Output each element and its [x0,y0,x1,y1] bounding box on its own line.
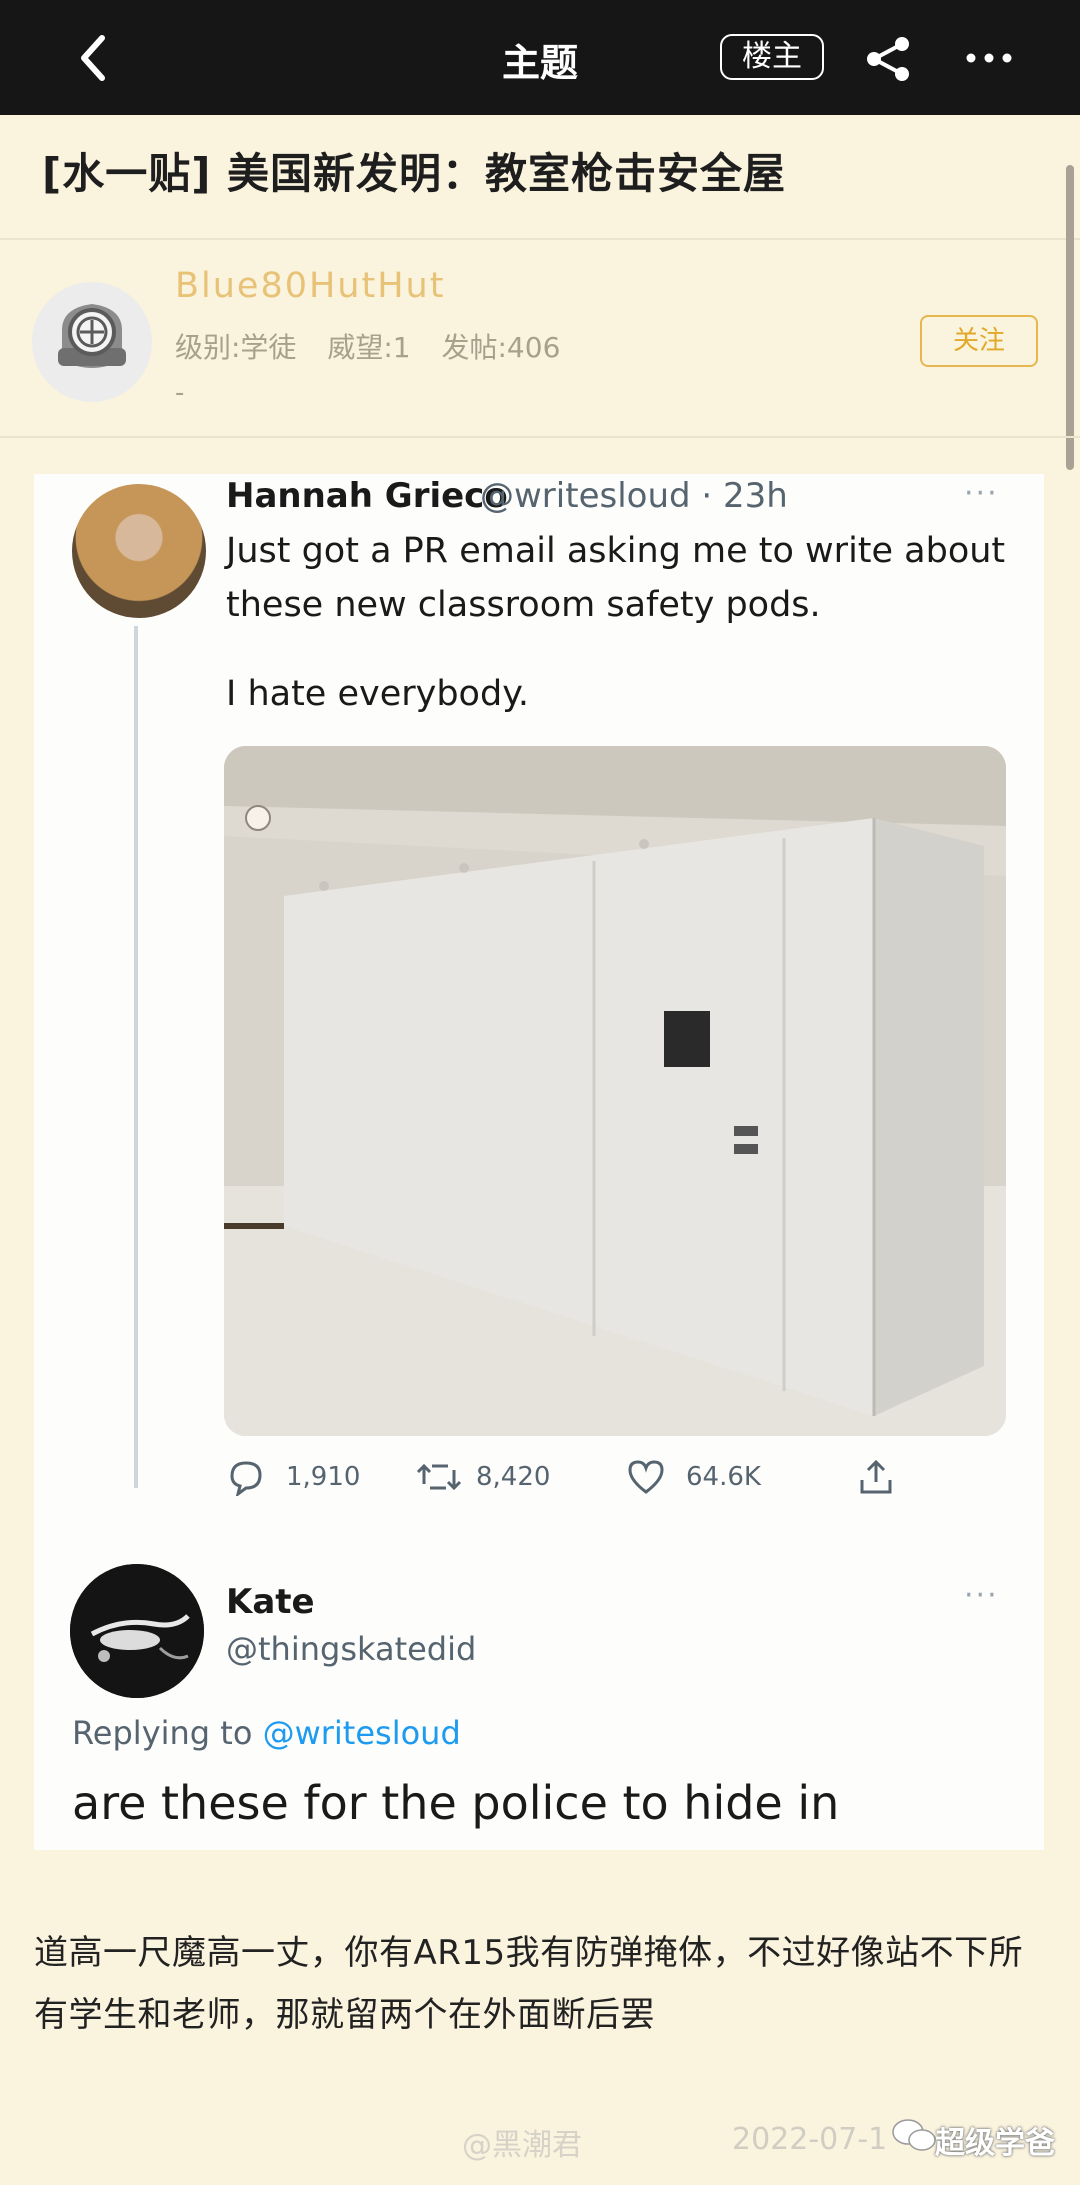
top-nav-bar: 主题 楼主 [0,0,1080,115]
post-body: 道高一尺魔高一丈，你有AR15我有防弹掩体，不过好像站不下所有学生和老师，那就留… [34,1933,1024,2035]
reply-text: are these for the police to hide in [72,1776,840,1830]
tweet-screenshot-image[interactable]: Hannah Grieco @writesloud · 23h ··· Just… [34,474,1044,1850]
safety-pod-photo [224,746,1006,1436]
wechat-icon [890,2116,938,2156]
author-avatar[interactable] [32,282,152,402]
tweet-more-icon: ··· [964,476,999,511]
share-icon[interactable] [864,36,912,82]
reply-icon [230,1461,262,1496]
wechat-watermark: 超级学爸 [935,2126,1055,2161]
author-signature: - [175,378,185,408]
author-reputation: 威望:1 [327,331,411,364]
tweet-actions: 1,910 8,420 64.6K [226,1452,926,1502]
follow-button[interactable]: 关注 [920,315,1038,367]
retweet-count: 8,420 [476,1462,551,1492]
divider [0,238,1080,240]
author-username[interactable]: Blue80HutHut [175,266,445,306]
op-only-button[interactable]: 楼主 [720,34,824,80]
weibo-watermark: @黑潮君 [462,2128,582,2163]
upload-icon [860,1459,892,1494]
author-posts: 发帖:406 [441,331,561,364]
page-title: 主题 [501,41,578,85]
replying-to-handle: @writesloud [262,1714,461,1752]
thread-line [134,626,138,1488]
reply-author-handle: @thingskatedid [226,1630,477,1668]
divider [0,436,1080,438]
author-level: 级别:学徒 [175,331,297,364]
like-count: 64.6K [686,1462,761,1492]
scrollbar[interactable] [1066,165,1074,470]
retweet-icon [416,1463,462,1491]
tweet-author-handle: @writesloud · 23h [480,476,788,516]
tweet-author-name: Hannah Grieco [226,476,508,516]
reply-author-avatar [70,1564,204,1698]
tweet-author-avatar [72,484,206,618]
like-icon [628,1460,664,1494]
reply-count: 1,910 [286,1462,361,1492]
more-icon[interactable] [964,40,1014,76]
post-title: [水一贴] 美国新发明：教室枪击安全屋 [42,149,787,198]
reply-more-icon: ··· [964,1578,999,1613]
post-date: 2022-07-1 [732,2122,888,2157]
tweet-text: Just got a PR email asking me to write a… [226,531,1006,625]
tweet-text-2: I hate everybody. [226,674,530,714]
reply-author-name: Kate [226,1582,315,1622]
replying-to: Replying to @writesloud [72,1714,461,1752]
author-meta: 级别:学徒 威望:1 发帖:406 [175,326,582,366]
